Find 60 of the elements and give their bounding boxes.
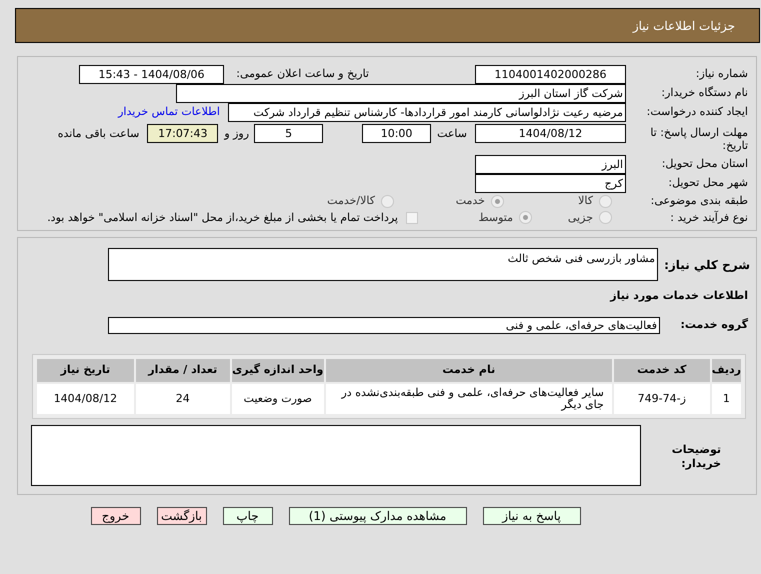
column-header: کد خدمت	[614, 358, 710, 382]
field-label: ساعت باقی مانده	[58, 126, 140, 142]
text-field[interactable]: البرز	[475, 155, 626, 174]
column-header: تاریخ نیاز	[37, 358, 134, 382]
checkbox[interactable]	[406, 212, 418, 224]
field-label: شماره نیاز:	[696, 67, 748, 80]
text-field[interactable]: کرج	[475, 174, 626, 193]
table-cell: 24	[136, 384, 230, 414]
table-cell: سایر فعالیت‌های حرفه‌ای، علمی و فنی طبقه‌بندی‌نشده در جای دیگر	[326, 384, 612, 414]
text-field[interactable]: 5	[254, 124, 324, 143]
field-label: کالا	[578, 193, 593, 209]
action-button[interactable]: پاسخ به نیاز	[482, 506, 580, 524]
column-header: واحد اندازه گیری	[232, 358, 324, 382]
table-cell: 1404/08/12	[37, 384, 134, 414]
action-button[interactable]: مشاهده مدارک پیوستی (1)	[288, 506, 466, 524]
field-label: گروه خدمت:	[680, 318, 748, 331]
field-label: کالا/خدمت	[327, 193, 375, 209]
text-field[interactable]: مرضیه رعیت نژادلواسانی کارمند امور قراردادها- کارشناس تنظیم قرارداد شرکت	[228, 103, 626, 122]
field-label: طبقه بندی موضوعی:	[650, 194, 748, 207]
field-label: استان محل تحویل:	[662, 157, 748, 170]
text-field[interactable]: شرکت گاز استان البرز	[176, 84, 626, 103]
buyer-notes-textarea[interactable]	[31, 424, 641, 486]
field-label: ایجاد کننده درخواست:	[646, 105, 748, 118]
text-field[interactable]: 1404/08/12	[475, 124, 626, 143]
service-group-field[interactable]: فعالیت‌های حرفه‌ای، علمی و فنی	[108, 316, 660, 334]
action-button[interactable]: خروج	[90, 506, 140, 524]
field-label: شرح کلي نیاز:	[664, 258, 750, 272]
countdown-field: 17:07:43	[147, 124, 218, 143]
page-title: جزئیات اطلاعات نیاز	[632, 18, 735, 34]
payment-note: پرداخت تمام یا بخشی از مبلغ خرید،از محل "اسناد خزانه اسلامی" خواهد بود.	[47, 210, 398, 226]
field-label: شهر محل تحویل:	[668, 176, 748, 190]
field-label: نوع فرآیند خرید :	[670, 210, 748, 224]
field-label: جزیی	[568, 210, 593, 226]
radio-button[interactable]	[491, 194, 504, 208]
field-label: توضیحات خریدار:	[670, 442, 721, 470]
section-title: اطلاعات خدمات مورد نیاز	[610, 288, 749, 304]
text-field[interactable]: 10:00	[362, 124, 432, 143]
table-cell: 1	[712, 384, 741, 414]
action-button[interactable]: چاپ	[222, 506, 272, 524]
text-field[interactable]: 1104001402000286	[475, 65, 626, 84]
radio-button[interactable]	[599, 211, 612, 224]
buyer-contact-link[interactable]: اطلاعات تماس خریدار	[118, 104, 220, 121]
column-header: تعداد / مقدار	[136, 358, 230, 382]
field-label: مهلت ارسال پاسخ: تا تاریخ:	[649, 126, 748, 152]
radio-button[interactable]	[519, 211, 532, 224]
field-label: خدمت	[456, 193, 485, 209]
field-label: روز و	[224, 126, 250, 142]
radio-button[interactable]	[599, 194, 612, 208]
summary-textarea[interactable]: مشاور بازرسی فنی شخص ثالث	[108, 248, 658, 281]
radio-button[interactable]	[381, 194, 394, 208]
table-cell: ز-74-749	[614, 384, 710, 414]
text-field[interactable]: 1404/08/06 - 15:43	[79, 65, 224, 84]
field-label: تاریخ و ساعت اعلان عمومی:	[235, 66, 369, 82]
field-label: متوسط	[478, 210, 513, 226]
field-label: نام دستگاه خریدار:	[661, 86, 748, 100]
column-header: نام خدمت	[326, 358, 612, 382]
table-cell: صورت وضعیت	[232, 384, 324, 414]
field-label: ساعت	[437, 126, 467, 142]
column-header: ردیف	[712, 358, 741, 382]
action-button[interactable]: بازگشت	[156, 506, 206, 524]
